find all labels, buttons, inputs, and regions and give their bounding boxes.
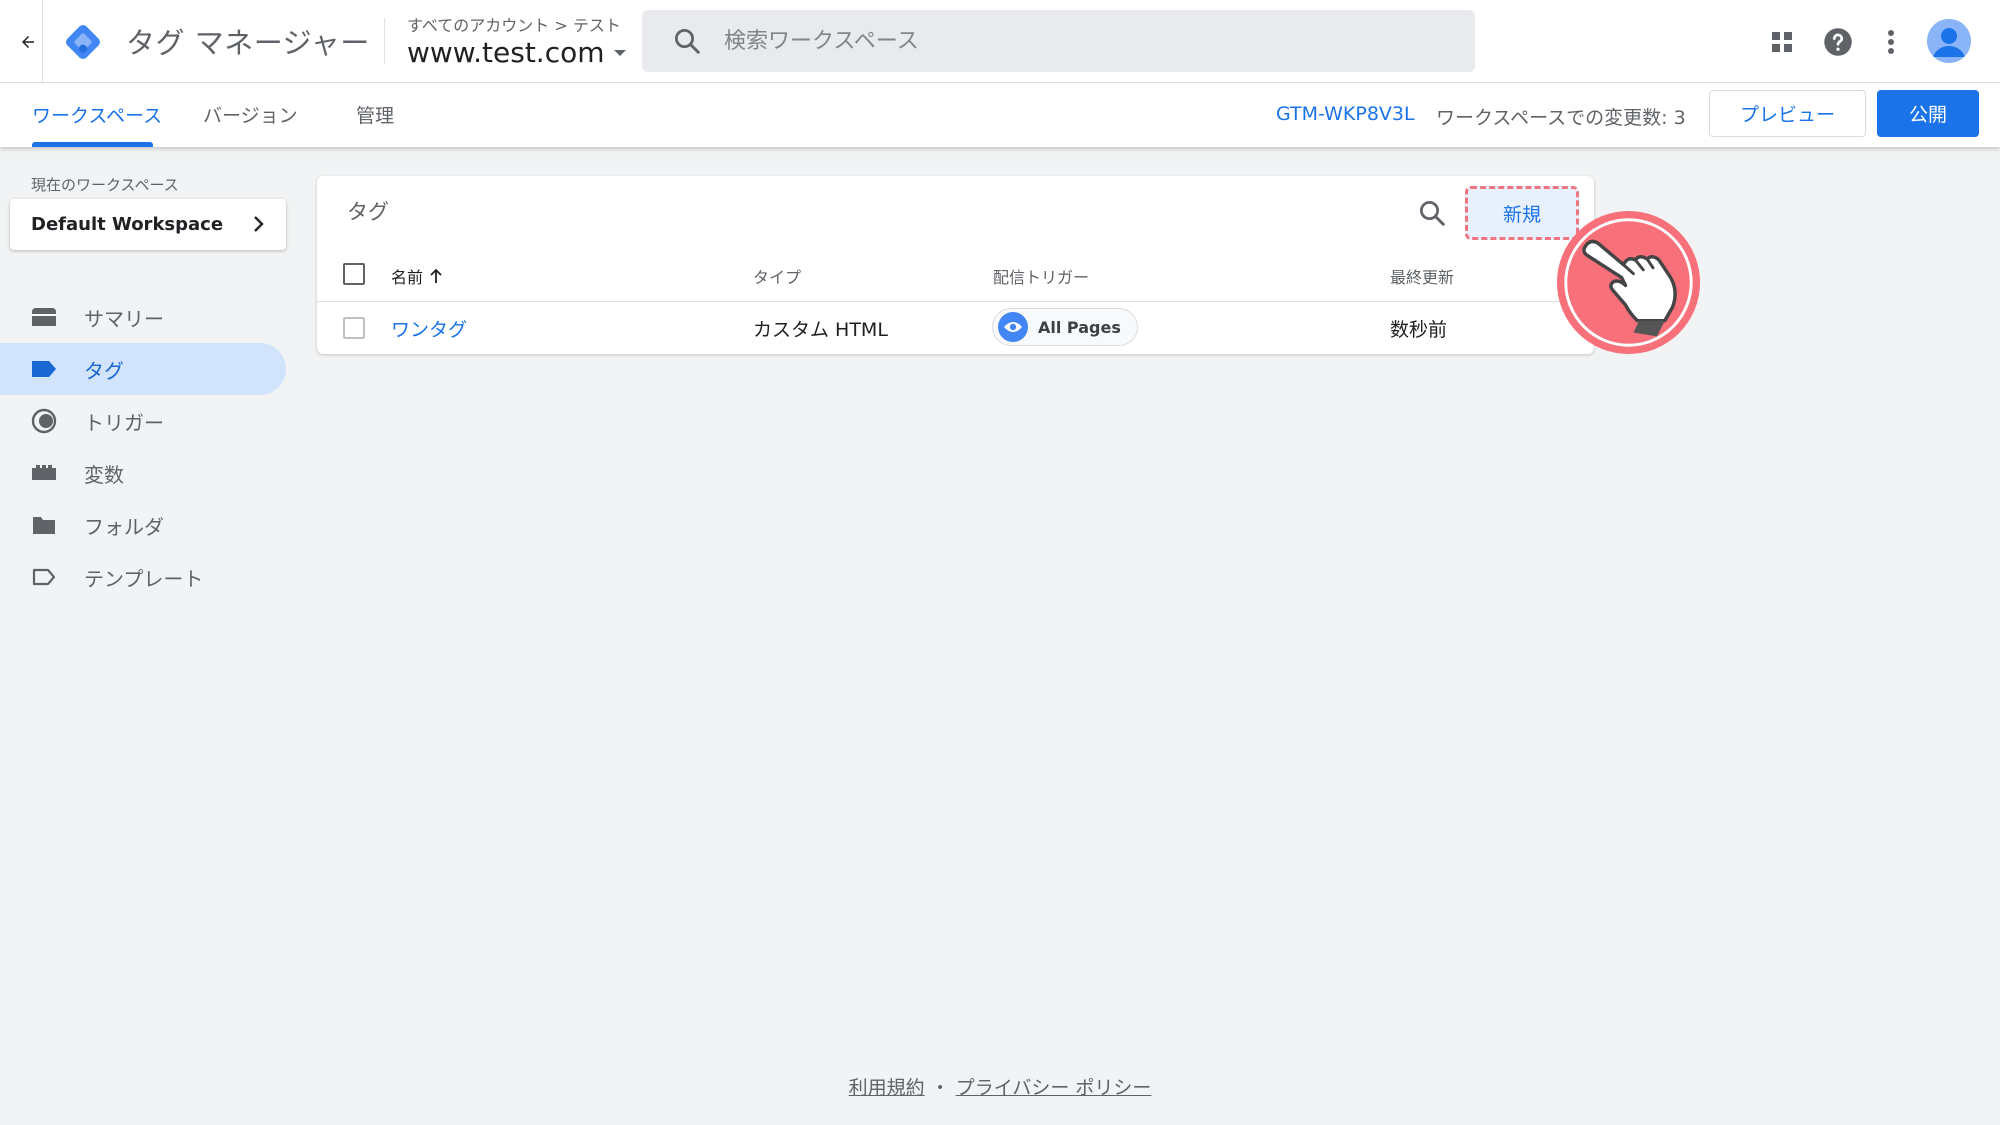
column-header-updated[interactable]: 最終更新 [1390,264,1454,288]
tab-workspace[interactable]: ワークスペース [32,101,162,128]
header-divider [42,0,43,83]
workspace-changes-count: ワークスペースでの変更数: 3 [1436,107,1686,129]
folder-icon [31,512,57,538]
privacy-policy-link[interactable]: プライバシー ポリシー [956,1077,1152,1099]
footer-separator: ・ [930,1077,950,1099]
container-selector[interactable]: www.test.com [407,36,627,69]
current-workspace-label: 現在のワークスペース [31,176,179,194]
container-name: www.test.com [407,36,605,69]
app-title: タグ マネージャー [126,26,370,60]
column-header-trigger[interactable]: 配信トリガー [993,264,1089,288]
sidebar-item-folders[interactable]: フォルダ [0,499,286,551]
sort-ascending-icon [430,268,442,283]
account-icon [1927,19,1971,63]
workspace-search[interactable] [642,10,1475,72]
sidebar-item-label: 変数 [84,462,124,487]
tag-last-updated: 数秒前 [1390,319,1448,341]
title-divider [384,18,385,64]
dropdown-arrow-icon [613,49,626,56]
tag-manager-logo [66,25,100,59]
summary-icon [31,304,57,330]
more-vert-icon[interactable] [1871,22,1911,62]
tag-icon [31,356,57,382]
trigger-chip-label: All Pages [1038,317,1121,337]
sidebar-item-label: トリガー [84,410,164,435]
tag-name-link[interactable]: ワンタグ [391,315,467,342]
container-id[interactable]: GTM-WKP8V3L [1276,103,1415,125]
active-tab-indicator [32,142,153,147]
apps-grid-icon[interactable] [1762,22,1802,62]
column-header-name[interactable]: 名前 [391,264,443,288]
help-icon[interactable] [1818,22,1858,62]
trigger-icon [31,408,57,434]
workspace-selector[interactable]: Default Workspace [10,199,286,250]
account-avatar[interactable] [1927,19,1971,63]
card-title: タグ [347,200,389,224]
preview-button[interactable]: プレビュー [1709,90,1866,137]
workspace-name: Default Workspace [31,214,224,235]
pointing-hand-icon [1556,210,1701,355]
footer: 利用規約 ・ プライバシー ポリシー [0,1073,2000,1100]
row-checkbox[interactable] [343,317,365,339]
sidebar-item-label: タグ [84,358,124,383]
sidebar-item-label: フォルダ [84,514,164,539]
sidebar-item-label: テンプレート [84,566,204,591]
publish-button[interactable]: 公開 [1877,90,1979,137]
tags-table-card: タグ 新規 名前 タイプ 配信トリガー 最終更新 ワンタグ カスタム HTML … [317,176,1594,354]
chevron-right-icon [254,216,264,232]
sidebar-item-variables[interactable]: 変数 [0,447,286,499]
tab-versions[interactable]: バージョン [203,101,298,128]
sidebar-item-tags[interactable]: タグ [0,343,286,395]
top-app-bar: タグ マネージャー すべてのアカウント > テスト www.test.com [0,0,2000,83]
tag-type: カスタム HTML [753,319,888,341]
column-header-type[interactable]: タイプ [753,264,801,288]
column-header-name-label: 名前 [391,268,424,287]
trigger-chip[interactable]: All Pages [992,308,1138,346]
search-icon [675,29,700,54]
breadcrumb[interactable]: すべてのアカウント > テスト [407,12,621,36]
workspace-tab-bar: ワークスペース バージョン 管理 GTM-WKP8V3L ワークスペースでの変更… [0,83,2000,147]
select-all-checkbox[interactable] [343,263,365,285]
variables-icon [31,460,57,486]
terms-link[interactable]: 利用規約 [849,1077,925,1099]
template-icon [31,564,57,590]
search-icon[interactable] [1417,198,1447,228]
sidebar-item-templates[interactable]: テンプレート [0,551,286,603]
table-divider [317,301,1594,302]
tab-admin[interactable]: 管理 [356,101,394,128]
sidebar-item-summary[interactable]: サマリー [0,291,286,343]
eye-icon [998,312,1028,342]
sidebar-item-triggers[interactable]: トリガー [0,395,286,447]
search-input[interactable] [724,28,1424,54]
sidebar-item-label: サマリー [84,306,164,331]
